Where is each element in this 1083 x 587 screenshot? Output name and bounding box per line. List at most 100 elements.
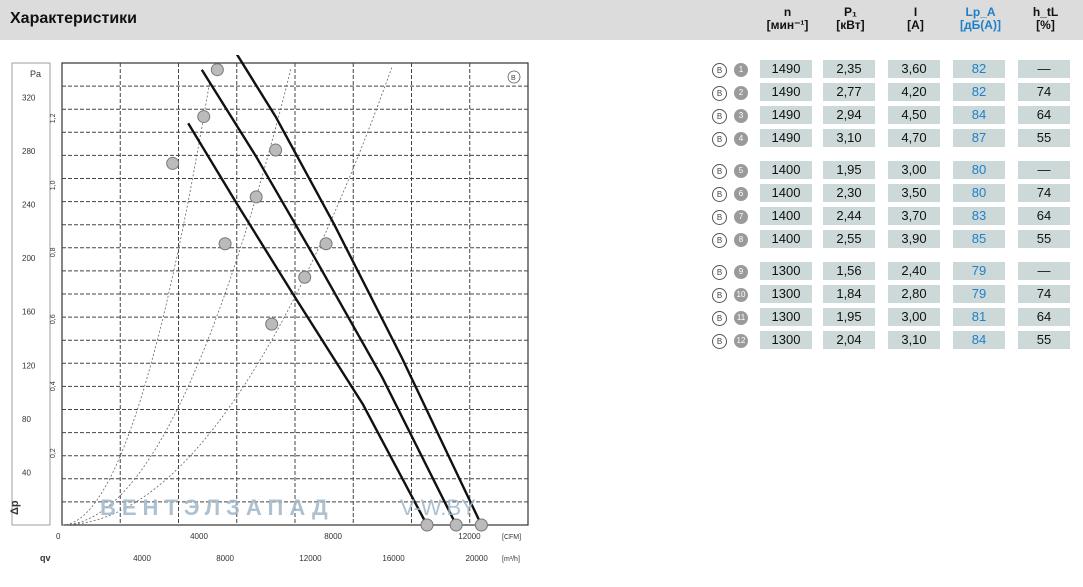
y-tick-label-pa: 80 (22, 415, 31, 424)
y-tick-label-pa: 240 (22, 201, 36, 210)
b-badge-icon: B (712, 311, 727, 326)
left-axis-frame (11, 62, 51, 526)
x-tick-label-cfm: 0 (56, 532, 61, 541)
table-cell-n: 1400 (760, 184, 812, 202)
table-row: B 8 1400 2,55 3,90 85 55 (700, 230, 1080, 248)
table-cell-lp: 79 (953, 262, 1005, 280)
b-badge-icon: B (712, 233, 727, 248)
table-cell-p: 1,84 (823, 285, 875, 303)
table-cell-h: 64 (1018, 207, 1070, 225)
table-cell-n: 1490 (760, 129, 812, 147)
table-cell-n: 1300 (760, 285, 812, 303)
column-header-2: I [A] (888, 6, 943, 32)
b-badge-icon: B (712, 109, 727, 124)
b-badge-icon: B (712, 164, 727, 179)
table-cell-p: 2,04 (823, 331, 875, 349)
table-cell-i: 3,60 (888, 60, 940, 78)
b-badge-icon: B (712, 132, 727, 147)
operating-point-marker (197, 110, 211, 124)
column-header-unit: [кВт] (836, 18, 865, 32)
table-cell-i: 3,00 (888, 161, 940, 179)
table-row: B 1 1490 2,35 3,60 82 — (700, 60, 1080, 78)
row-number-badge: 12 (734, 334, 748, 348)
table-cell-p: 1,95 (823, 308, 875, 326)
table-cell-p: 2,35 (823, 60, 875, 78)
table-cell-h: — (1018, 60, 1070, 78)
b-badge-icon: B (712, 265, 727, 280)
table-cell-i: 3,90 (888, 230, 940, 248)
table-cell-i: 4,70 (888, 129, 940, 147)
row-number-badge: 8 (734, 233, 748, 247)
table-cell-n: 1400 (760, 207, 812, 225)
row-number-badge: 9 (734, 265, 748, 279)
table-cell-h: 64 (1018, 106, 1070, 124)
x-axis-symbol: qv (40, 553, 51, 563)
operating-point-marker (249, 190, 263, 204)
row-number-badge: 1 (734, 63, 748, 77)
y-tick-label-pa: 40 (22, 468, 31, 477)
table-cell-p: 2,55 (823, 230, 875, 248)
operating-point-marker (319, 237, 333, 251)
x-tick-label-m3h: 4000 (133, 554, 151, 563)
y-axis-symbol: Δp (9, 500, 21, 515)
column-header-3: Lp_A [дБ(А)] (953, 6, 1008, 32)
table-cell-i: 2,40 (888, 262, 940, 280)
table-cell-n: 1300 (760, 308, 812, 326)
table-cell-lp: 84 (953, 106, 1005, 124)
row-number-badge: 3 (734, 109, 748, 123)
table-row: B 2 1490 2,77 4,20 82 74 (700, 83, 1080, 101)
table-cell-lp: 79 (953, 285, 1005, 303)
y-tick-label-pa: 160 (22, 308, 36, 317)
column-header-unit: [дБ(А)] (960, 18, 1001, 32)
row-number-badge: 7 (734, 210, 748, 224)
b-badge-icon: B (712, 63, 727, 78)
table-cell-h: 55 (1018, 331, 1070, 349)
operating-point-marker (298, 270, 312, 284)
column-header-unit: [%] (1036, 18, 1055, 32)
table-cell-lp: 81 (953, 308, 1005, 326)
table-cell-h: 74 (1018, 83, 1070, 101)
table-cell-p: 2,94 (823, 106, 875, 124)
operating-point-marker (265, 317, 279, 331)
y-tick-label-inwg: 1,0 (50, 180, 57, 190)
page-title: Характеристики (10, 10, 138, 27)
operating-point-marker (166, 156, 180, 170)
table-cell-i: 3,10 (888, 331, 940, 349)
x-tick-label-cfm: 4000 (190, 532, 208, 541)
column-header-0: n [мин⁻¹] (760, 6, 815, 32)
b-badge-icon: B (712, 334, 727, 349)
row-number-badge: 11 (734, 311, 748, 325)
table-cell-h: 55 (1018, 230, 1070, 248)
table-cell-lp: 85 (953, 230, 1005, 248)
chart-b-badge-label: B (511, 75, 516, 82)
table-cell-h: 64 (1018, 308, 1070, 326)
row-number-badge: 5 (734, 164, 748, 178)
y-tick-label-inwg: 1,2 (50, 113, 57, 123)
table-cell-i: 4,20 (888, 83, 940, 101)
table-cell-n: 1400 (760, 161, 812, 179)
watermark-text: ВЕНТЭЛЗАПАД (100, 495, 334, 520)
y-tick-label-pa: 200 (22, 254, 36, 263)
column-header-unit: [A] (907, 18, 924, 32)
table-cell-lp: 87 (953, 129, 1005, 147)
table-row: B 5 1400 1,95 3,00 80 — (700, 161, 1080, 179)
y-tick-label-inwg: 0,4 (50, 381, 57, 391)
table-cell-n: 1490 (760, 106, 812, 124)
y-unit-label: Pa (30, 69, 41, 79)
x-unit-label-m3h: [m³/h] (502, 556, 520, 563)
table-cell-p: 2,44 (823, 207, 875, 225)
table-cell-p: 1,95 (823, 161, 875, 179)
b-badge-icon: B (712, 210, 727, 225)
table-cell-n: 1300 (760, 331, 812, 349)
table-cell-lp: 80 (953, 161, 1005, 179)
row-number-badge: 4 (734, 132, 748, 146)
column-header-4: h_tL [%] (1018, 6, 1073, 32)
x-tick-label-m3h: 20000 (466, 554, 489, 563)
row-number-badge: 6 (734, 187, 748, 201)
operating-point-marker (218, 237, 232, 251)
x-tick-label-cfm: 12000 (458, 532, 481, 541)
x-unit-label-cfm: [CFM] (502, 534, 521, 541)
table-cell-i: 2,80 (888, 285, 940, 303)
table-cell-i: 3,50 (888, 184, 940, 202)
row-number-badge: 2 (734, 86, 748, 100)
